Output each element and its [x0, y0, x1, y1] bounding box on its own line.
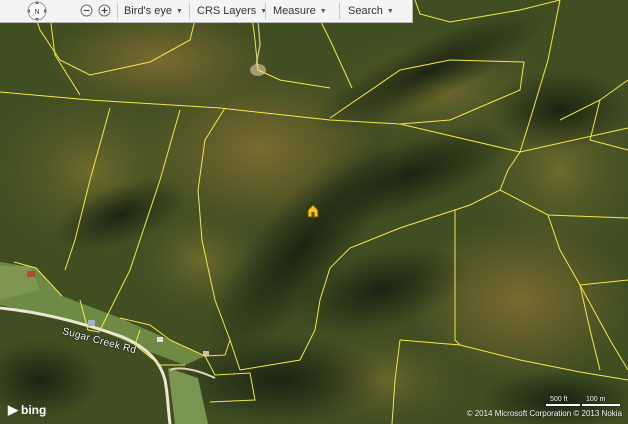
zoom-in-icon[interactable] [98, 4, 111, 17]
measure-label: Measure [273, 5, 316, 17]
toolbar-separator [117, 3, 118, 19]
scale-label-meters: 100 m [586, 396, 606, 403]
bing-logo-icon: ▶ [8, 402, 18, 417]
search-label: Search [348, 5, 383, 17]
chevron-down-icon: ▼ [175, 8, 183, 15]
chevron-down-icon: ▼ [260, 8, 268, 15]
bing-logo: ▶ bing [8, 402, 46, 418]
copyright-text: © 2014 Microsoft Corporation © 2013 Noki… [466, 409, 622, 418]
scale-bar: 500 ft 100 m [546, 396, 620, 406]
scale-bar-meters [582, 404, 620, 406]
toolbar-separator [189, 3, 190, 19]
chevron-down-icon: ▼ [386, 8, 394, 15]
toolbar-separator [339, 3, 340, 19]
chevron-down-icon: ▼ [319, 8, 327, 15]
measure-menu[interactable]: Measure ▼ [273, 4, 327, 18]
crs-layers-menu[interactable]: CRS Layers ▼ [197, 4, 267, 18]
compass-icon[interactable]: N [26, 0, 48, 22]
compass-label: N [34, 9, 39, 16]
search-menu[interactable]: Search ▼ [348, 4, 394, 18]
scale-label-feet: 500 ft [550, 396, 568, 403]
zoom-out-icon[interactable] [80, 4, 93, 17]
scale-bar-feet [546, 404, 580, 406]
birds-eye-label: Bird's eye [124, 5, 172, 17]
location-marker-icon[interactable] [307, 204, 319, 218]
map-view[interactable]: Sugar Creek Rd N Bird's eye ▼ CRS Layers ▼ [0, 0, 628, 424]
crs-layers-label: CRS Layers [197, 5, 257, 17]
bing-logo-text: bing [21, 403, 47, 417]
toolbar-separator [265, 3, 266, 19]
map-toolbar: N Bird's eye ▼ CRS Layers ▼ Measure ▼ Searc… [0, 0, 413, 23]
birds-eye-menu[interactable]: Bird's eye ▼ [124, 4, 183, 18]
